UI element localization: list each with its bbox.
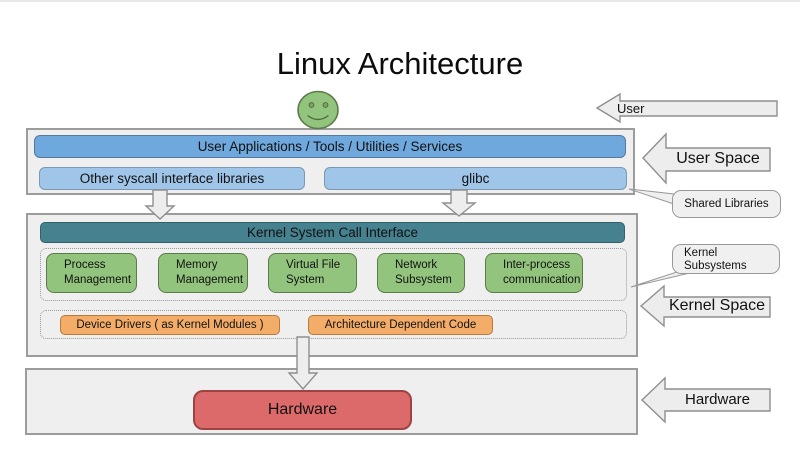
user-space-arrow-label: User Space (666, 150, 770, 168)
kernel-space-arrow-label: Kernel Space (664, 297, 770, 315)
subsystem-virtual-file-system: Virtual File System (268, 253, 357, 293)
module-device-drivers: Device Drivers ( as Kernel Modules ) (60, 315, 280, 335)
top-divider (0, 0, 800, 2)
linux-architecture-diagram: Linux Architecture User Applications / T… (0, 0, 800, 452)
user-applications-bar: User Applications / Tools / Utilities / … (34, 135, 626, 158)
kernel-syscall-interface-bar: Kernel System Call Interface (40, 222, 625, 243)
other-syscall-libraries-bar: Other syscall interface libraries (39, 167, 305, 190)
smiley-face-icon (296, 90, 342, 132)
hardware-arrow-label: Hardware (665, 391, 770, 408)
glibc-bar: glibc (324, 167, 627, 190)
hardware-box: Hardware (193, 390, 412, 430)
subsystem-process-management: Process Management (46, 253, 137, 293)
page-title: Linux Architecture (0, 46, 800, 82)
subsystem-network-subsystem: Network Subsystem (377, 253, 465, 293)
subsystem-interprocess-communication: Inter-process communication (485, 253, 583, 293)
kernel-subsystems-callout: Kernel Subsystems (672, 244, 780, 274)
shared-libraries-callout: Shared Libraries (672, 190, 781, 218)
callout-tail-shared-libraries (629, 189, 674, 204)
subsystem-memory-management: Memory Management (158, 253, 248, 293)
module-architecture-dependent-code: Architecture Dependent Code (308, 315, 493, 335)
user-arrow-label: User (617, 101, 644, 116)
